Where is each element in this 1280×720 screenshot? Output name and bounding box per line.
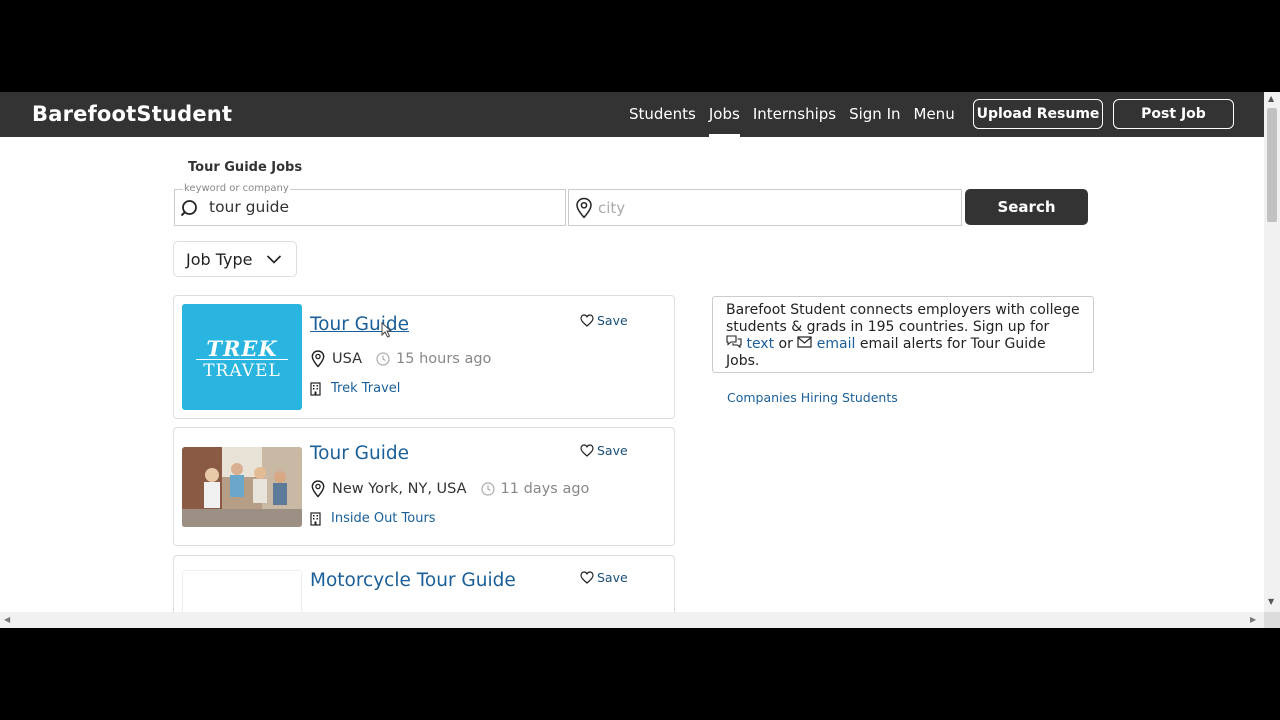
nav-students[interactable]: Students [629,105,696,123]
job-meta: USA 15 hours ago [310,350,491,368]
job-title-link[interactable]: Tour Guide [310,443,409,464]
logo-text-trek: TREK [206,336,278,361]
scrollbar-corner [1264,612,1280,628]
brand-logo[interactable]: BarefootStudent [32,102,232,126]
browser-viewport: BarefootStudent Students Jobs Internship… [0,92,1280,628]
page-title: Tour Guide Jobs [188,160,303,175]
mouse-cursor-icon [381,322,393,338]
scroll-left-icon[interactable]: ◀ [4,615,10,624]
job-location: New York, NY, USA [332,481,467,497]
heart-icon [580,571,594,584]
clock-icon [480,482,495,496]
info-or: or [778,336,793,353]
job-company[interactable]: Trek Travel [310,381,400,396]
search-icon [181,200,197,217]
job-type-label: Job Type [186,249,253,269]
job-card[interactable]: Tour Guide Save New York, NY, USA 11 day… [173,427,675,546]
save-label: Save [597,443,628,458]
building-icon [310,381,321,396]
info-text-post: email alerts for Tour Guide Jobs. [726,336,1046,369]
logo-text-travel: TRAVEL [203,361,281,381]
clock-icon [376,352,390,366]
chevron-down-icon [266,255,282,264]
text-alerts-link[interactable]: text [746,336,774,352]
company-name[interactable]: Inside Out Tours [331,511,436,526]
city-search-box[interactable] [568,189,962,226]
info-text-pre: Barefoot Student connects employers with… [726,302,1080,335]
nav-jobs[interactable]: Jobs [708,105,740,137]
job-meta: New York, NY, USA 11 days ago [310,480,589,498]
logo-divider [196,359,288,360]
job-company[interactable]: Inside Out Tours [310,511,436,526]
location-pin-icon [311,350,325,368]
tour-group-photo [182,447,302,527]
save-job-button[interactable]: Save [580,313,628,328]
city-input[interactable] [598,199,938,217]
search-button[interactable]: Search [965,189,1088,225]
signup-info-box: Barefoot Student connects employers with… [712,296,1094,373]
top-navbar: BarefootStudent Students Jobs Internship… [0,92,1264,137]
nav-links: Students Jobs Internships Sign In Menu [629,105,968,137]
chat-icon [726,335,742,349]
vertical-scrollbar[interactable]: ▲ ▼ [1264,92,1280,612]
nav-internships[interactable]: Internships [753,105,836,123]
nav-sign-in[interactable]: Sign In [849,105,900,123]
scroll-right-icon[interactable]: ▶ [1250,615,1256,624]
scroll-down-icon[interactable]: ▼ [1268,597,1274,606]
company-photo-inside-out-tours[interactable] [182,447,302,527]
job-posted: 11 days ago [480,481,590,497]
horizontal-scrollbar[interactable]: ◀ ▶ [0,612,1264,628]
scroll-up-icon[interactable]: ▲ [1268,94,1274,103]
save-job-button[interactable]: Save [580,570,628,585]
job-posted-text: 11 days ago [500,481,590,497]
company-logo-trek-travel[interactable]: TREK TRAVEL [182,304,302,410]
save-label: Save [597,570,628,585]
keyword-label: keyword or company [183,183,290,194]
heart-icon [580,314,594,327]
keyword-search-box[interactable]: keyword or company [174,183,566,226]
location-pin-icon [576,197,592,219]
job-posted: 15 hours ago [376,351,491,367]
upload-resume-button[interactable]: Upload Resume [973,99,1103,129]
envelope-icon [797,336,812,348]
job-card[interactable]: TREK TRAVEL Tour Guide Save USA 15 hours… [173,295,675,419]
scrollbar-thumb[interactable] [1267,108,1277,222]
job-title-link[interactable]: Motorcycle Tour Guide [310,570,516,591]
email-alerts-link[interactable]: email [817,336,856,352]
save-job-button[interactable]: Save [580,443,628,458]
job-type-dropdown[interactable]: Job Type [173,241,297,277]
job-title-link[interactable]: Tour Guide [310,314,409,335]
nav-menu[interactable]: Menu [914,105,955,123]
companies-hiring-link[interactable]: Companies Hiring Students [727,390,898,405]
job-location: USA [332,351,363,367]
post-job-button[interactable]: Post Job [1113,99,1234,129]
heart-icon [580,444,594,457]
job-posted-text: 15 hours ago [396,351,492,367]
building-icon [310,511,321,526]
company-name[interactable]: Trek Travel [331,381,400,396]
location-pin-icon [311,480,325,498]
save-label: Save [597,313,628,328]
keyword-input[interactable] [209,198,549,216]
